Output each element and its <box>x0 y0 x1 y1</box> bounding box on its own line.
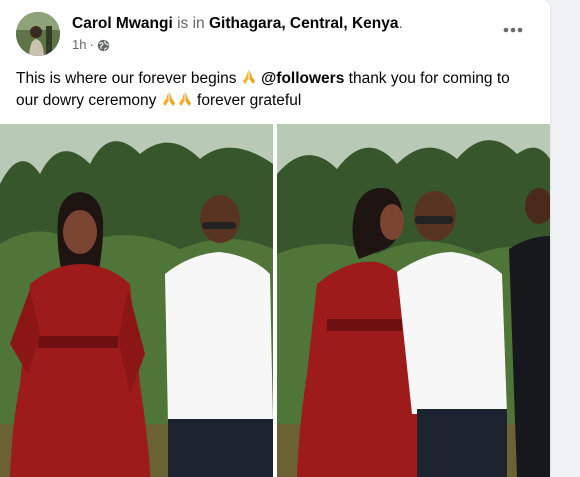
is-in-text: is in <box>177 15 205 32</box>
post-meta: 1h · <box>72 37 110 53</box>
mention-followers[interactable]: @followers <box>261 70 344 87</box>
folded-hands-emoji-icon <box>177 91 193 107</box>
photo-couple-left[interactable] <box>0 124 273 477</box>
photo-couple-right[interactable] <box>277 124 550 477</box>
folded-hands-emoji-icon <box>241 69 257 85</box>
author-name[interactable]: Carol Mwangi <box>72 15 173 32</box>
meta-separator: · <box>89 37 94 52</box>
post-header: Carol Mwangi is in Githagara, Central, K… <box>72 14 403 34</box>
more-horizontal-icon[interactable] <box>498 20 528 40</box>
post-time[interactable]: 1h <box>72 37 86 53</box>
post-photos <box>0 124 550 477</box>
globe-icon <box>97 39 110 52</box>
location-period: . <box>398 15 403 32</box>
author-avatar[interactable] <box>16 12 60 56</box>
caption-part1: This is where our forever begins <box>16 70 237 87</box>
location-link[interactable]: Githagara, Central, Kenya <box>209 15 399 32</box>
caption-part3: forever grateful <box>197 92 302 109</box>
folded-hands-emoji-icon <box>161 91 177 107</box>
post-caption: This is where our forever begins @follow… <box>16 68 536 112</box>
post-card: Carol Mwangi is in Githagara, Central, K… <box>0 0 550 477</box>
